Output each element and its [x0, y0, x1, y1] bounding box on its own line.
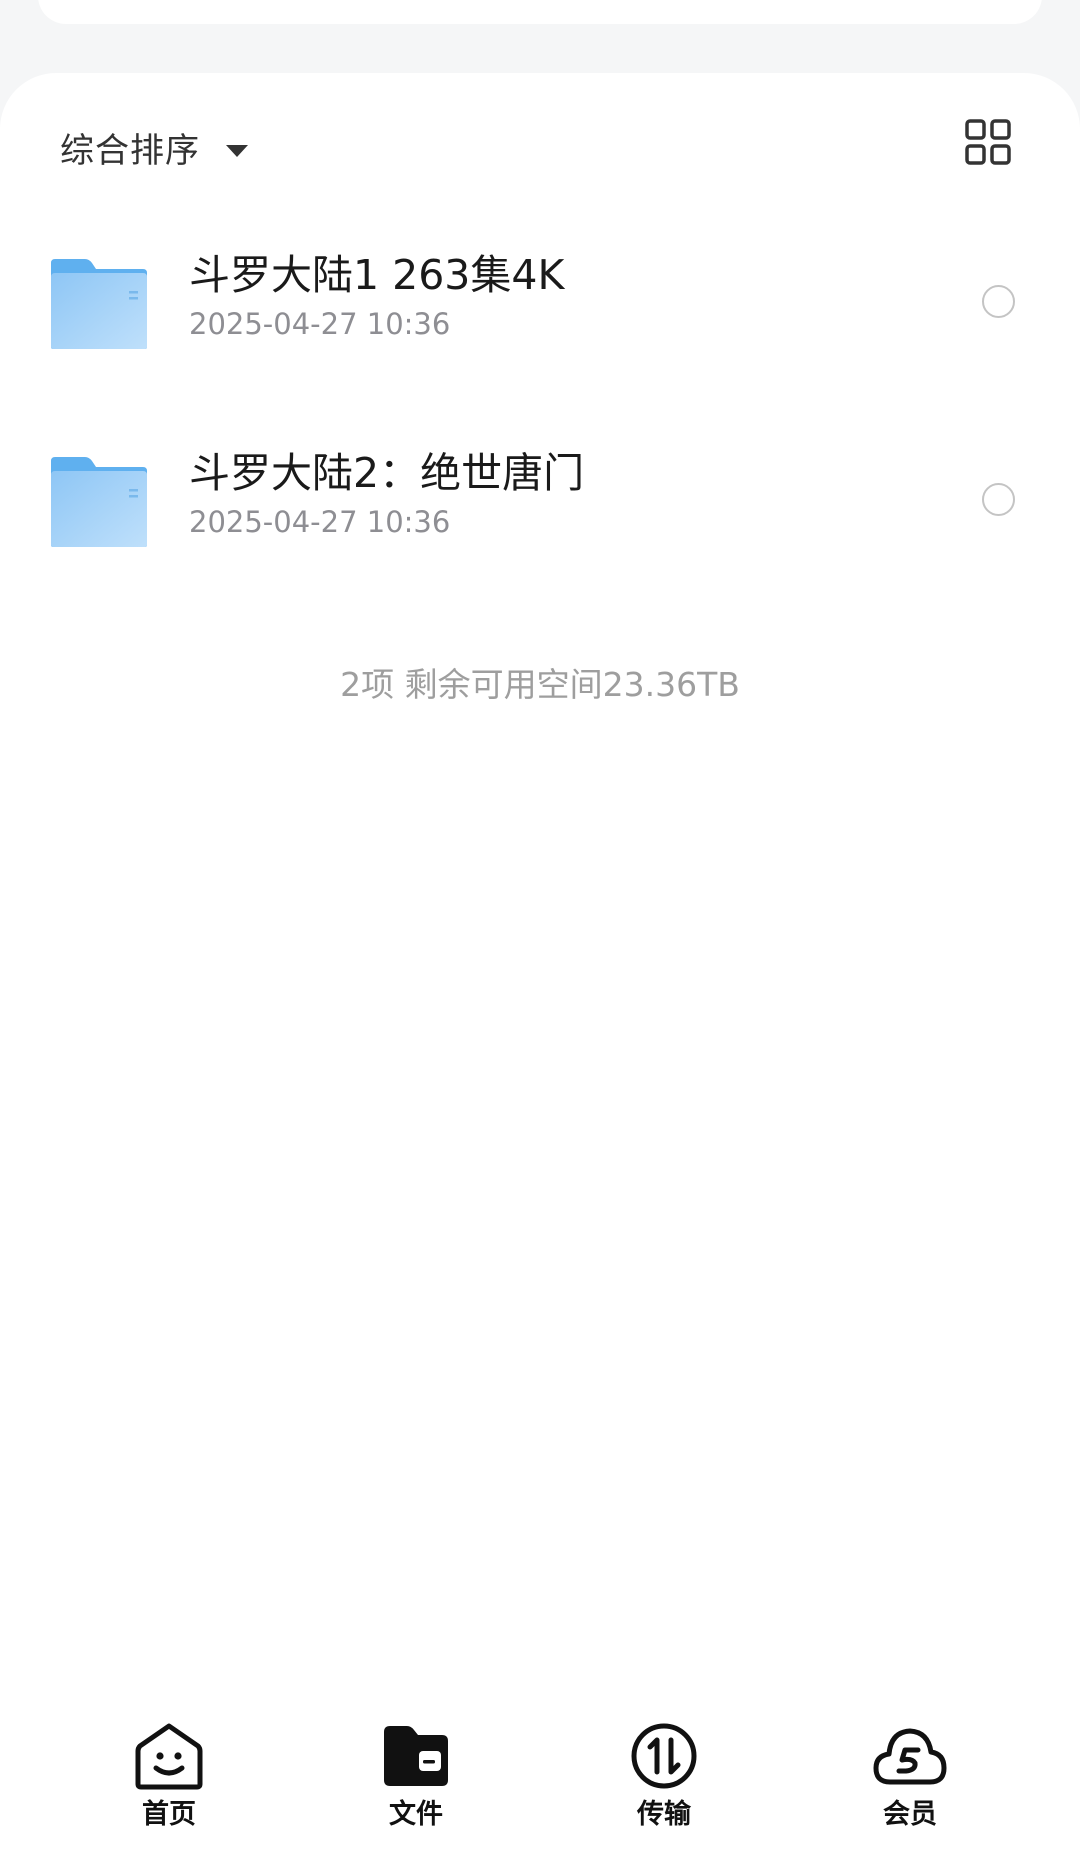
- folder-icon: [51, 457, 147, 547]
- previous-card: [38, 0, 1042, 24]
- storage-summary: 2项 剩余可用空间23.36TB: [340, 665, 740, 704]
- sort-dropdown[interactable]: 综合排序: [60, 123, 248, 172]
- nav-files[interactable]: 文件: [346, 1722, 486, 1832]
- file-date: 2025-04-27 10:36: [189, 307, 451, 341]
- file-row-2[interactable]: 斗罗大陆2：绝世唐门 2025-04-27 10:36: [0, 425, 1080, 585]
- folder-filled-icon: [384, 1726, 448, 1786]
- nav-label: 首页: [142, 1799, 196, 1830]
- file-date: 2025-04-27 10:36: [189, 505, 451, 539]
- select-radio[interactable]: [982, 483, 1015, 516]
- select-radio[interactable]: [982, 285, 1015, 318]
- grid-icon: [965, 119, 1011, 165]
- nav-member[interactable]: 会员: [840, 1722, 980, 1832]
- folder-icon: [51, 259, 147, 349]
- home-smile-icon: [135, 1723, 203, 1790]
- file-name: 斗罗大陆1 263集4K: [189, 251, 565, 299]
- nav-label: 传输: [637, 1799, 691, 1830]
- bottom-navigation: 首页 文件 传输 会员: [0, 1700, 1080, 1857]
- transfer-icon: [631, 1723, 697, 1789]
- cloud-s-icon: [873, 1728, 947, 1785]
- nav-label: 文件: [389, 1799, 443, 1830]
- file-list-panel: 综合排序 斗罗大陆1 263集4K 2025-04-27 10:36 斗罗大陆2…: [0, 73, 1080, 1857]
- nav-label: 会员: [883, 1799, 937, 1830]
- nav-transfer[interactable]: 传输: [594, 1722, 734, 1832]
- caret-down-icon: [226, 144, 248, 157]
- sort-label: 综合排序: [60, 131, 200, 171]
- nav-home[interactable]: 首页: [99, 1722, 239, 1832]
- file-row-1[interactable]: 斗罗大陆1 263集4K 2025-04-27 10:36: [0, 227, 1080, 387]
- file-name: 斗罗大陆2：绝世唐门: [189, 449, 585, 497]
- grid-view-button[interactable]: [965, 119, 1011, 165]
